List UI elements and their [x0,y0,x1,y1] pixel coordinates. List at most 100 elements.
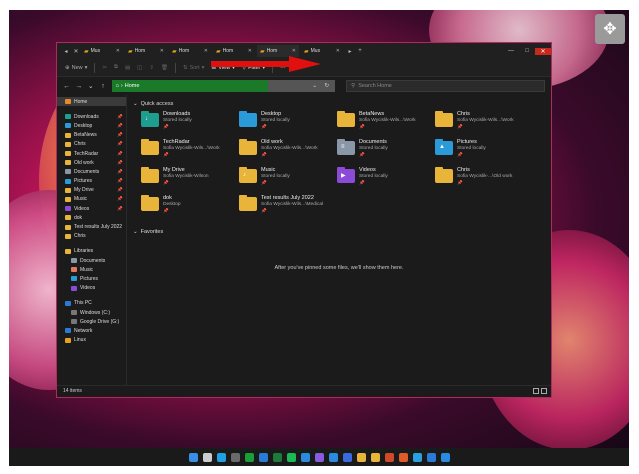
close-icon[interactable]: ✕ [248,48,252,54]
paste-icon[interactable]: ▤ [125,65,130,71]
taskbar-app-icon[interactable] [398,452,408,462]
tab-close-icon[interactable]: ✕ [71,48,81,55]
delete-icon[interactable]: 🗑 [161,65,168,71]
close-icon[interactable]: ✕ [292,48,296,54]
sidebar-item-network[interactable]: Network [57,326,126,335]
folder-icon: ▰ [128,48,133,55]
sidebar-item-pinned[interactable]: Chris [57,232,126,241]
sidebar-item-home[interactable]: Home [57,97,126,107]
sidebar-item-library[interactable]: Videos [57,284,126,293]
tab-scroll-left-icon[interactable]: ◂ [61,48,71,55]
forward-icon[interactable]: → [75,83,82,90]
quick-access-item[interactable]: Desktop Stored locally 📌 [239,111,337,139]
sidebar-item-pinned[interactable]: Chris 📌 [57,140,126,149]
address-bar[interactable]: ⌂ › Home ⌄ ↻ [111,80,336,92]
close-icon[interactable]: ✕ [336,48,340,54]
quick-access-item[interactable]: ▲ Pictures Stored locally 📌 [435,139,533,167]
quick-access-item[interactable]: Old work Sofia Wycislik-Wils...\Work 📌 [239,139,337,167]
tab-0[interactable]: ▰ Mus ✕ [81,45,123,57]
taskbar-app-icon[interactable] [356,452,366,462]
sidebar-item-pinned[interactable]: BetaNews 📌 [57,131,126,140]
cut-icon[interactable]: ✂ [102,65,107,71]
sidebar-item-pinned[interactable]: My Drive 📌 [57,186,126,195]
sidebar-item-pinned[interactable]: dok [57,213,126,222]
taskbar-app-icon[interactable] [272,452,282,462]
sidebar-item-pinned[interactable]: Music 📌 [57,195,126,204]
taskbar-app-icon[interactable] [440,452,450,462]
close-window-icon[interactable]: ✕ [535,47,551,55]
taskbar-app-icon[interactable] [286,452,296,462]
pin-icon: 📌 [117,132,123,138]
taskbar-app-icon[interactable] [342,452,352,462]
quick-access-item[interactable]: ≡ Documents Stored locally 📌 [337,139,435,167]
taskbar-app-icon[interactable] [370,452,380,462]
share-icon[interactable]: ⇪ [149,65,154,71]
sidebar-item-this-pc[interactable]: Windows (C:) [57,308,126,317]
taskbar-app-icon[interactable] [412,452,422,462]
taskbar-app-icon[interactable] [244,452,254,462]
sidebar-item-this-pc[interactable]: Google Drive (G:) [57,317,126,326]
details-view-icon[interactable] [533,387,539,394]
folder-glyph: ↓ [145,116,148,122]
tiles-view-icon[interactable] [541,387,547,394]
move-icon[interactable]: ✥ [595,14,625,44]
sidebar-item-linux[interactable]: Linux [57,336,126,345]
taskbar-app-icon[interactable] [314,452,324,462]
sidebar-item-pinned[interactable]: Desktop 📌 [57,121,126,130]
minimize-icon[interactable]: — [503,48,519,55]
quick-access-item[interactable]: My Drive Sofia Wycislik-Wilson 📌 [141,167,239,195]
taskbar-app-icon[interactable] [258,452,268,462]
maximize-icon[interactable]: □ [519,48,535,55]
taskbar-app-icon[interactable] [202,452,212,462]
quick-access-item[interactable]: Test results July 2022 Sofia Wycislik-Wil… [239,195,337,223]
sidebar-item-pinned[interactable]: Test results July 2022 [57,222,126,231]
sidebar-item-pinned[interactable]: Downloads 📌 [57,112,126,121]
new-button[interactable]: ⊕ New ▾ [65,65,87,71]
quick-access-item[interactable]: Chris Sofia Wycislik-...\Old work 📌 [435,167,533,195]
quick-access-item[interactable]: ♪ Music Stored locally 📌 [239,167,337,195]
sidebar-item-pinned[interactable]: Old work 📌 [57,158,126,167]
back-icon[interactable]: ← [63,83,70,90]
quick-access-item[interactable]: ↓ Downloads Stored locally 📌 [141,111,239,139]
taskbar-app-icon[interactable] [230,452,240,462]
quick-access-header[interactable]: ⌄ Quick access [133,99,545,109]
sidebar-item-pinned[interactable]: Documents 📌 [57,167,126,176]
sidebar-item-pinned[interactable]: TechRadar 📌 [57,149,126,158]
up-icon[interactable]: ↑ [99,83,106,90]
close-icon[interactable]: ✕ [204,48,208,54]
taskbar-app-icon[interactable] [328,452,338,462]
quick-access-item[interactable]: ▶ Videos Stored locally 📌 [337,167,435,195]
favorites-header[interactable]: ⌄ Favorites [133,227,545,237]
close-icon[interactable]: ✕ [160,48,164,54]
sidebar-item-library[interactable]: Libraries [57,247,126,256]
sidebar-item-label: Music [80,266,94,273]
taskbar-app-icon[interactable] [426,452,436,462]
tab-scroll-right-icon[interactable]: ▸ [345,48,355,55]
rename-icon[interactable]: ◫ [137,65,142,71]
quick-access-item[interactable]: TechRadar Sofia Wycislik-Wils...\Work 📌 [141,139,239,167]
copy-icon[interactable]: ⧉ [114,64,118,71]
sidebar-item-library[interactable]: Music [57,265,126,274]
start-icon[interactable] [188,452,198,462]
folder-icon [65,337,71,343]
taskbar-app-icon[interactable] [216,452,226,462]
breadcrumb[interactable]: Home [125,83,140,89]
taskbar-app-icon[interactable] [300,452,310,462]
quick-access-item[interactable]: Chris Sofia Wycislik-Wils...\Work 📌 [435,111,533,139]
taskbar-app-icon[interactable] [384,452,394,462]
sort-button[interactable]: ⇅ Sort ▾ [183,65,204,71]
sidebar-item-pinned[interactable]: Pictures 📌 [57,177,126,186]
sidebar-item-library[interactable]: Documents [57,256,126,265]
search-input[interactable]: ⚲ Search Home [346,80,545,92]
address-controls[interactable]: ⌄ ↻ [312,83,332,89]
tab-2[interactable]: ▰ Hom ✕ [169,45,211,57]
chevron-down-icon[interactable]: ⌄ [87,82,94,90]
sidebar-item-pinned[interactable]: Videos 📌 [57,204,126,213]
quick-access-item[interactable]: dok Desktop 📌 [141,195,239,223]
tab-1[interactable]: ▰ Hom ✕ [125,45,167,57]
quick-access-item[interactable]: BetaNews Sofia Wycislik-Wils...\Work 📌 [337,111,435,139]
new-tab-button[interactable]: + [355,48,365,54]
close-icon[interactable]: ✕ [116,48,120,54]
sidebar-item-library[interactable]: Pictures [57,274,126,283]
sidebar-item-this-pc[interactable]: This PC [57,299,126,308]
